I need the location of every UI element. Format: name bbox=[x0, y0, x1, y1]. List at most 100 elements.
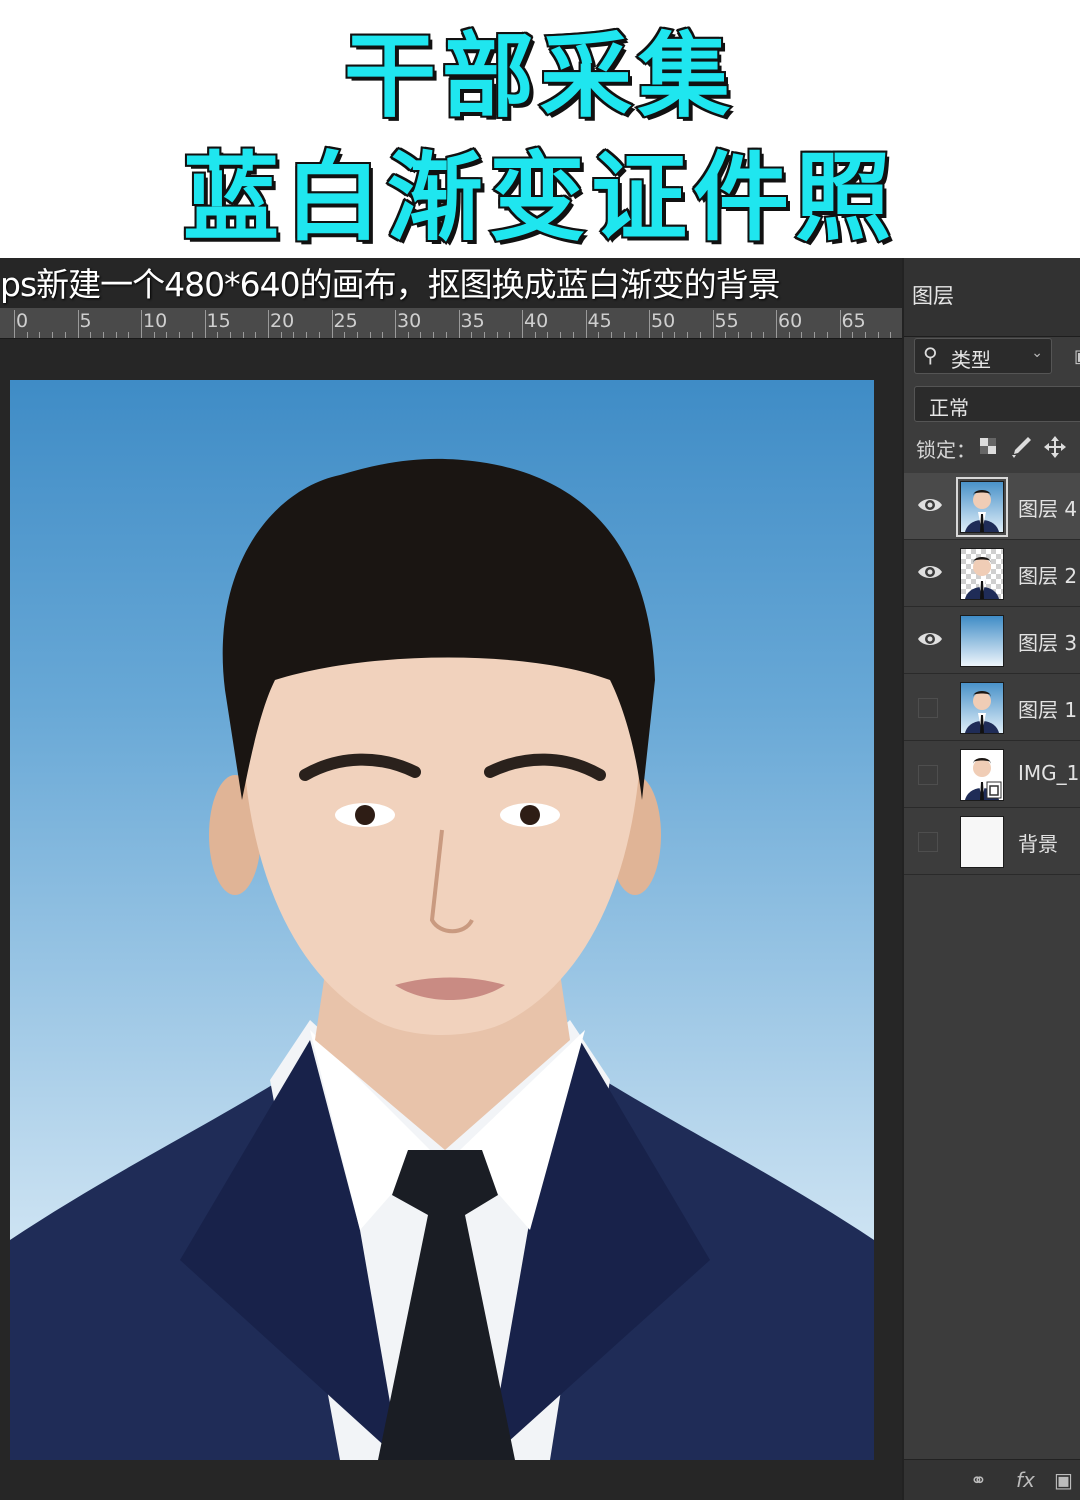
ruler-tick bbox=[102, 332, 104, 338]
ruler-tick bbox=[90, 332, 92, 338]
ruler-tick bbox=[750, 332, 752, 338]
blend-mode-select[interactable]: 正常 bbox=[914, 386, 1080, 422]
blend-mode-value: 正常 bbox=[929, 396, 969, 420]
layer-thumbnail[interactable] bbox=[960, 615, 1004, 667]
ruler-tick bbox=[293, 332, 295, 338]
ruler-tick bbox=[369, 332, 371, 338]
ruler-tick bbox=[496, 332, 498, 338]
ruler-tick bbox=[763, 332, 765, 338]
chevron-down-icon: ⌄ bbox=[1031, 345, 1043, 361]
lock-label: 锁定： bbox=[916, 438, 976, 462]
filter-kind-label: 类型 bbox=[951, 348, 991, 372]
ruler-tick bbox=[636, 332, 638, 338]
ruler-tick bbox=[687, 332, 689, 338]
ruler-tick bbox=[547, 332, 549, 338]
lock-transparent-pixels-icon[interactable] bbox=[976, 434, 1002, 460]
ruler-label: 40 bbox=[524, 310, 549, 332]
title-line-1: 干部采集 bbox=[342, 21, 736, 132]
link-layers-icon[interactable]: ⚭ bbox=[970, 1468, 987, 1492]
panel-footer: ⚭ fx ▣ bbox=[904, 1459, 1080, 1500]
ruler-tick bbox=[280, 332, 282, 338]
tab-layers[interactable]: 图层 bbox=[912, 280, 954, 310]
layer-row[interactable]: 图层 1 bbox=[904, 674, 1080, 741]
eye-icon[interactable] bbox=[916, 627, 944, 651]
ruler-tick bbox=[39, 332, 41, 338]
face bbox=[242, 612, 643, 1035]
ruler-tick bbox=[14, 310, 15, 338]
ruler-tick bbox=[699, 332, 701, 338]
image-filter-icon[interactable]: ▣ bbox=[1074, 346, 1080, 367]
layer-row[interactable]: 背景 bbox=[904, 808, 1080, 875]
ruler-tick bbox=[420, 332, 422, 338]
ruler-tick bbox=[318, 332, 320, 338]
layer-row[interactable]: 图层 4 bbox=[904, 473, 1080, 540]
eye-icon[interactable] bbox=[916, 493, 944, 517]
add-mask-icon[interactable]: ▣ bbox=[1054, 1468, 1073, 1492]
layer-name: IMG_19 bbox=[1018, 761, 1080, 785]
layer-thumbnail[interactable] bbox=[960, 816, 1004, 868]
ruler-label: 15 bbox=[206, 310, 231, 332]
layer-row[interactable]: 图层 2 bbox=[904, 540, 1080, 607]
workspace-bottom bbox=[0, 1460, 902, 1500]
ruler-label: 45 bbox=[587, 310, 612, 332]
ruler-tick bbox=[255, 332, 257, 338]
ruler-tick bbox=[407, 332, 409, 338]
panel-tabbar: 图层 bbox=[904, 258, 1080, 337]
ruler-tick bbox=[268, 310, 269, 338]
ruler-tick bbox=[890, 332, 892, 338]
eye-icon[interactable] bbox=[916, 560, 944, 584]
ruler-tick bbox=[331, 310, 333, 338]
ruler-tick bbox=[445, 332, 447, 338]
layer-name: 图层 2 bbox=[1018, 564, 1078, 588]
ruler-tick bbox=[737, 332, 739, 338]
ruler-tick bbox=[522, 310, 523, 338]
layers-panel: 图层 ⚲ 类型 ⌄ ▣ 正常 锁定： 图层 4 图层 2 图层 3 图层 1 IMG_1… bbox=[902, 258, 1080, 1500]
layer-thumbnail[interactable] bbox=[960, 548, 1004, 600]
ruler-tick bbox=[217, 332, 219, 338]
layer-row[interactable]: 图层 3 bbox=[904, 607, 1080, 674]
layer-thumbnail[interactable] bbox=[960, 749, 1004, 801]
ruler-tick bbox=[128, 332, 130, 338]
title-banner: 干部采集 蓝白渐变证件照 bbox=[0, 0, 1080, 258]
ruler-tick bbox=[77, 310, 79, 338]
layer-name: 图层 4 bbox=[1018, 497, 1078, 521]
ruler-tick bbox=[776, 310, 777, 338]
ruler-tick bbox=[610, 332, 612, 338]
layer-row[interactable]: IMG_19 bbox=[904, 741, 1080, 808]
document-canvas[interactable] bbox=[10, 380, 874, 1460]
ruler-tick bbox=[649, 310, 650, 338]
visibility-toggle[interactable] bbox=[918, 765, 938, 785]
ruler-tick bbox=[826, 332, 828, 338]
layer-name: 图层 1 bbox=[1018, 698, 1078, 722]
layer-thumbnail[interactable] bbox=[960, 682, 1004, 734]
ruler-tick bbox=[306, 332, 308, 338]
lock-position-icon[interactable] bbox=[1042, 434, 1068, 460]
ruler-tick bbox=[356, 332, 358, 338]
title-line-2: 蓝白渐变证件照 bbox=[181, 140, 897, 256]
layer-thumbnail[interactable] bbox=[956, 477, 1008, 537]
ruler-tick bbox=[852, 332, 854, 338]
ruler-tick bbox=[344, 332, 346, 338]
ruler-tick bbox=[153, 332, 155, 338]
ruler-tick bbox=[788, 332, 790, 338]
visibility-toggle[interactable] bbox=[918, 698, 938, 718]
ruler-tick bbox=[814, 332, 816, 338]
ruler-tick bbox=[572, 332, 574, 338]
lock-image-pixels-icon[interactable] bbox=[1008, 434, 1034, 460]
layer-filter-select[interactable]: ⚲ 类型 ⌄ bbox=[914, 338, 1052, 374]
ruler-label: 20 bbox=[270, 310, 295, 332]
ruler-tick bbox=[179, 332, 181, 338]
layer-name: 图层 3 bbox=[1018, 631, 1078, 655]
ruler-tick bbox=[623, 332, 625, 338]
ruler-label: 25 bbox=[333, 310, 358, 332]
layers-list: 图层 4 图层 2 图层 3 图层 1 IMG_19 背景 bbox=[904, 473, 1080, 875]
ruler-tick bbox=[483, 332, 485, 338]
ruler-label: 55 bbox=[714, 310, 739, 332]
ruler-tick bbox=[509, 332, 511, 338]
horizontal-ruler[interactable]: 0 5 10 15 20 25 30 35 40 45 50 55 60 65 bbox=[0, 308, 902, 339]
ruler-tick bbox=[585, 310, 587, 338]
fx-icon[interactable]: fx bbox=[1016, 1468, 1035, 1492]
visibility-toggle[interactable] bbox=[918, 832, 938, 852]
ruler-tick bbox=[801, 332, 803, 338]
ruler-label: 35 bbox=[460, 310, 485, 332]
